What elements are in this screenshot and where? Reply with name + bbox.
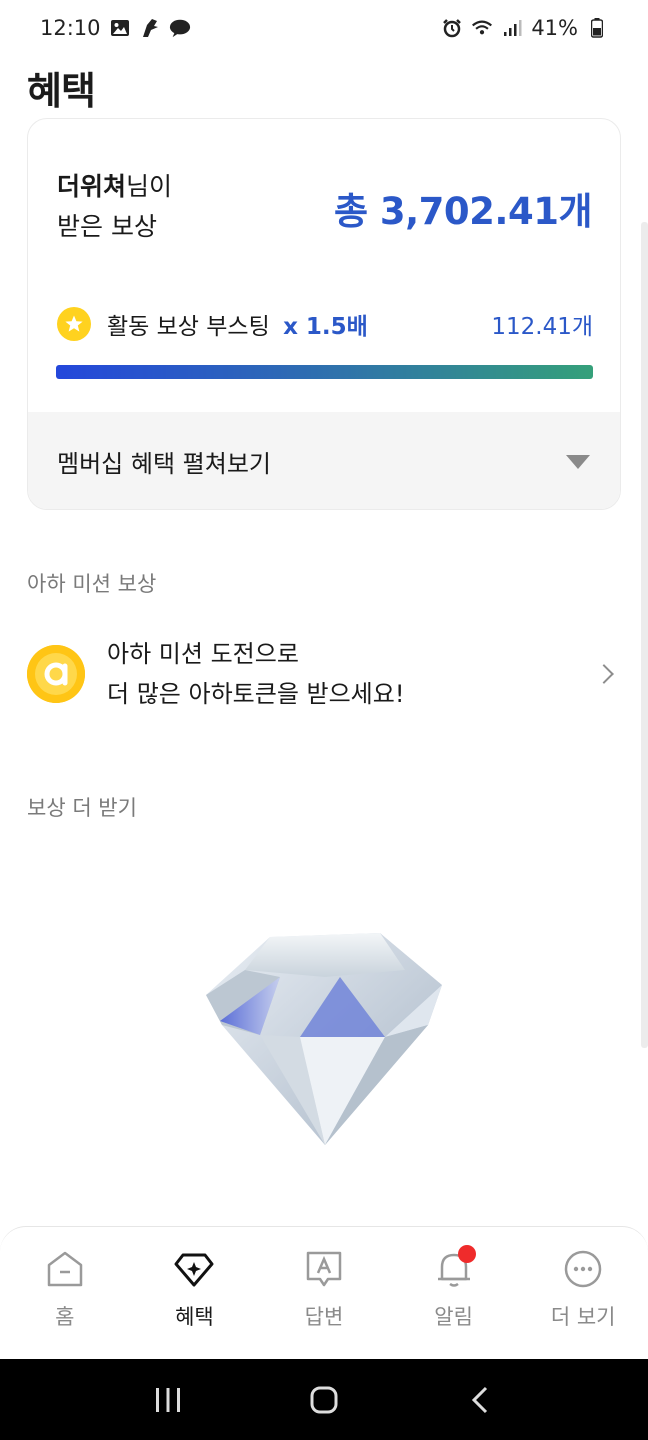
- signal-icon: [501, 17, 523, 39]
- system-nav-bar: [0, 1359, 648, 1440]
- answer-icon: [302, 1247, 346, 1291]
- boost-progress-fill: [56, 365, 593, 379]
- membership-expand-button[interactable]: 멤버십 혜택 펼쳐보기: [28, 412, 620, 509]
- more-section-label: 보상 더 받기: [27, 796, 137, 820]
- boost-multiplier: x 1.5배: [283, 314, 368, 340]
- alarm-icon: [441, 17, 463, 39]
- mission-section-label: 아하 미션 보상: [27, 572, 157, 596]
- boost-left: 활동 보상 부스팅 x 1.5배: [57, 307, 368, 341]
- recent-apps-button[interactable]: [138, 1370, 198, 1430]
- star-icon: [57, 307, 91, 341]
- home-icon: [43, 1247, 87, 1291]
- nav-item-answers[interactable]: 답변: [269, 1247, 379, 1359]
- scrollbar[interactable]: [641, 222, 648, 1048]
- home-button[interactable]: [294, 1370, 354, 1430]
- user-name: 더위쳐: [57, 172, 127, 201]
- status-left: 12:10: [40, 16, 191, 40]
- more-icon: [561, 1247, 605, 1291]
- boost-progress-bar: [56, 365, 593, 379]
- chat-bubble-icon: [169, 17, 191, 39]
- diamond-illustration: [200, 925, 450, 1147]
- battery-percent: 41%: [531, 16, 578, 40]
- wifi-icon: [471, 17, 493, 39]
- mission-line2: 더 많은 아하토큰을 받으세요!: [107, 679, 405, 708]
- bell-icon: [432, 1245, 476, 1291]
- back-button[interactable]: [450, 1370, 510, 1430]
- nav-item-more[interactable]: 더 보기: [528, 1247, 638, 1359]
- diamond-icon: [172, 1247, 216, 1291]
- mission-row[interactable]: 아하 미션 도전으로 더 많은 아하토큰을 받으세요!: [27, 626, 619, 721]
- bird-icon: [139, 17, 161, 39]
- nav-label-notifications: 알림: [434, 1305, 473, 1329]
- nav-label-answers: 답변: [304, 1305, 344, 1329]
- status-time: 12:10: [40, 16, 101, 40]
- nav-item-benefits[interactable]: 혜택: [139, 1247, 249, 1359]
- mission-text: 아하 미션 도전으로 더 많은 아하토큰을 받으세요!: [107, 634, 597, 714]
- caret-down-icon: [566, 454, 590, 469]
- battery-icon: [586, 17, 608, 39]
- nav-item-home[interactable]: 홈: [10, 1247, 120, 1359]
- nav-label-more: 더 보기: [550, 1305, 616, 1329]
- received-label: 받은 보상: [57, 212, 157, 241]
- mission-line1: 아하 미션 도전으로: [107, 639, 299, 668]
- chevron-right-icon: [594, 663, 614, 684]
- nav-item-notifications[interactable]: 알림: [399, 1245, 509, 1359]
- reward-total: 총 3,702.41개: [333, 190, 593, 233]
- bottom-nav: 홈 혜택 답변 알림 더 보기: [0, 1226, 648, 1359]
- nav-label-benefits: 혜택: [175, 1305, 214, 1329]
- notification-dot: [457, 1245, 476, 1263]
- membership-expand-label: 멤버십 혜택 펼쳐보기: [57, 450, 271, 478]
- boost-row: 활동 보상 부스팅 x 1.5배 112.41개: [57, 307, 593, 341]
- status-right: 41%: [441, 16, 608, 40]
- aha-token-icon: [27, 644, 85, 703]
- user-suffix: 님이: [126, 172, 173, 201]
- status-bar: 12:10 41%: [0, 0, 648, 56]
- reward-user-text: 더위쳐님이 받은 보상: [57, 167, 172, 247]
- reward-card: 더위쳐님이 받은 보상 총 3,702.41개 활동 보상 부스팅 x 1.5배…: [27, 118, 621, 510]
- boost-label: 활동 보상 부스팅: [107, 314, 270, 340]
- gallery-icon: [109, 17, 131, 39]
- boost-amount: 112.41개: [491, 314, 593, 340]
- nav-label-home: 홈: [55, 1305, 75, 1329]
- page-title: 혜택: [27, 69, 96, 113]
